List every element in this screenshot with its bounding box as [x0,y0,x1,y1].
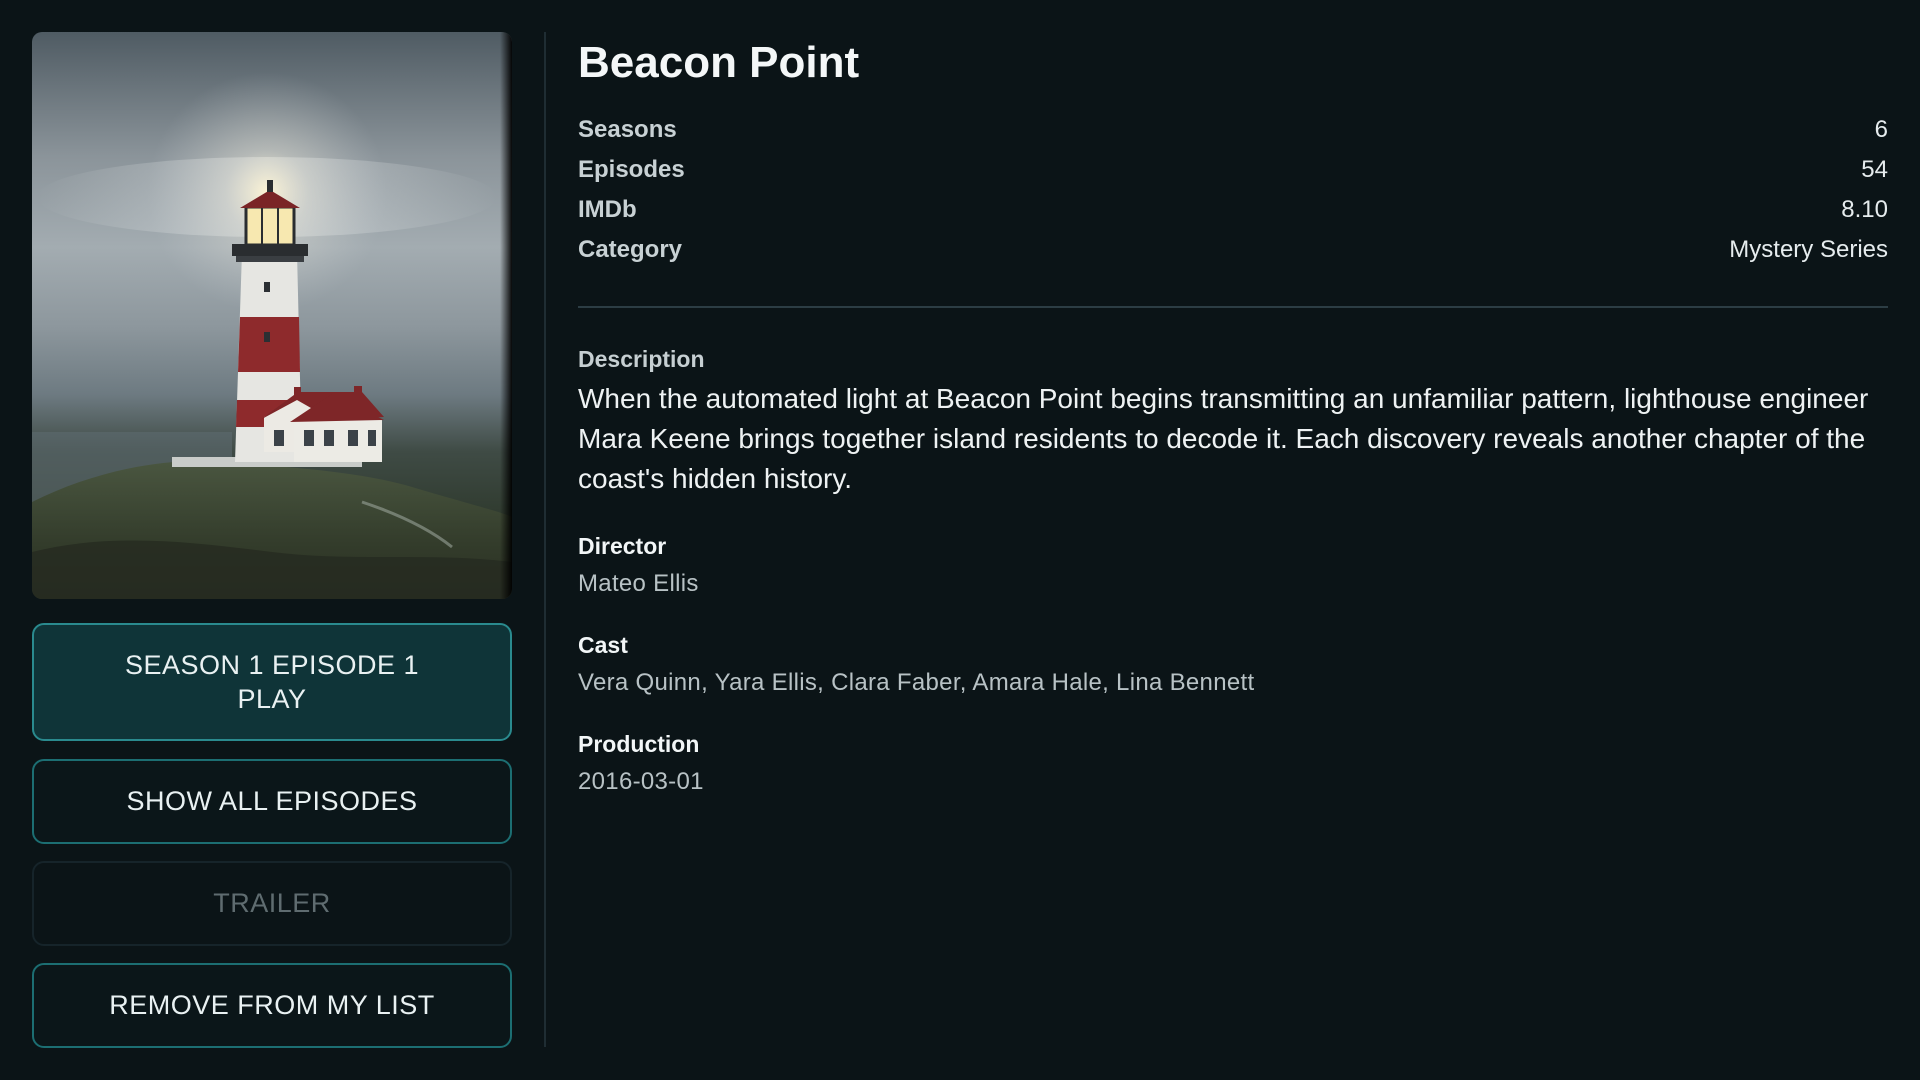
production-label: Production [578,731,700,757]
meta-value: 6 [1874,116,1888,143]
meta-label: Seasons [578,116,677,143]
poster-image [32,32,512,599]
meta-table: Seasons 6 Episodes 54 IMDb 8.10 Category… [578,110,1888,270]
remove-from-list-label: REMOVE FROM MY LIST [109,990,435,1020]
description-text: When the automated light at Beacon Point… [578,383,1869,494]
director-section: Director Mateo Ellis [578,533,1888,598]
show-details-screen: SEASON 1 EPISODE 1 PLAY SHOW ALL EPISODE… [0,0,1920,1080]
horizontal-divider [578,306,1888,308]
meta-label: Category [578,236,683,263]
director-label: Director [578,533,667,559]
meta-row-episodes: Episodes 54 [578,150,1888,190]
show-all-episodes-button[interactable]: SHOW ALL EPISODES [32,759,512,844]
meta-row-seasons: Seasons 6 [578,110,1888,150]
meta-value: 54 [1861,156,1888,183]
remove-from-list-button[interactable]: REMOVE FROM MY LIST [32,963,512,1048]
production-value: 2016-03-01 [578,768,704,795]
director-value: Mateo Ellis [578,570,699,597]
cast-label: Cast [578,632,628,658]
cast-section: Cast Vera Quinn, Yara Ellis, Clara Faber… [578,632,1888,697]
play-label: PLAY [237,684,307,714]
trailer-button[interactable]: TRAILER [32,861,512,946]
description-label: Description [578,346,705,372]
production-section: Production 2016-03-01 [578,731,1888,796]
meta-value: Mystery Series [1729,236,1888,263]
meta-label: IMDb [578,196,637,223]
meta-row-category: Category Mystery Series [578,230,1888,270]
left-column: SEASON 1 EPISODE 1 PLAY SHOW ALL EPISODE… [32,32,512,1048]
meta-row-imdb: IMDb 8.10 [578,190,1888,230]
vertical-divider [544,32,546,1047]
details-panel: Beacon Point Seasons 6 Episodes 54 IMDb … [578,32,1888,796]
lighthouse-illustration [32,72,512,599]
cast-value: Vera Quinn, Yara Ellis, Clara Faber, Ama… [578,669,1255,696]
show-all-episodes-label: SHOW ALL EPISODES [126,786,418,816]
play-episode-label: SEASON 1 EPISODE 1 [124,650,420,680]
trailer-label: TRAILER [213,888,331,918]
play-episode-button[interactable]: SEASON 1 EPISODE 1 PLAY [32,623,512,741]
meta-label: Episodes [578,156,685,183]
show-title: Beacon Point [578,38,860,87]
poster-shadow [500,32,512,599]
meta-value: 8.10 [1841,196,1888,223]
